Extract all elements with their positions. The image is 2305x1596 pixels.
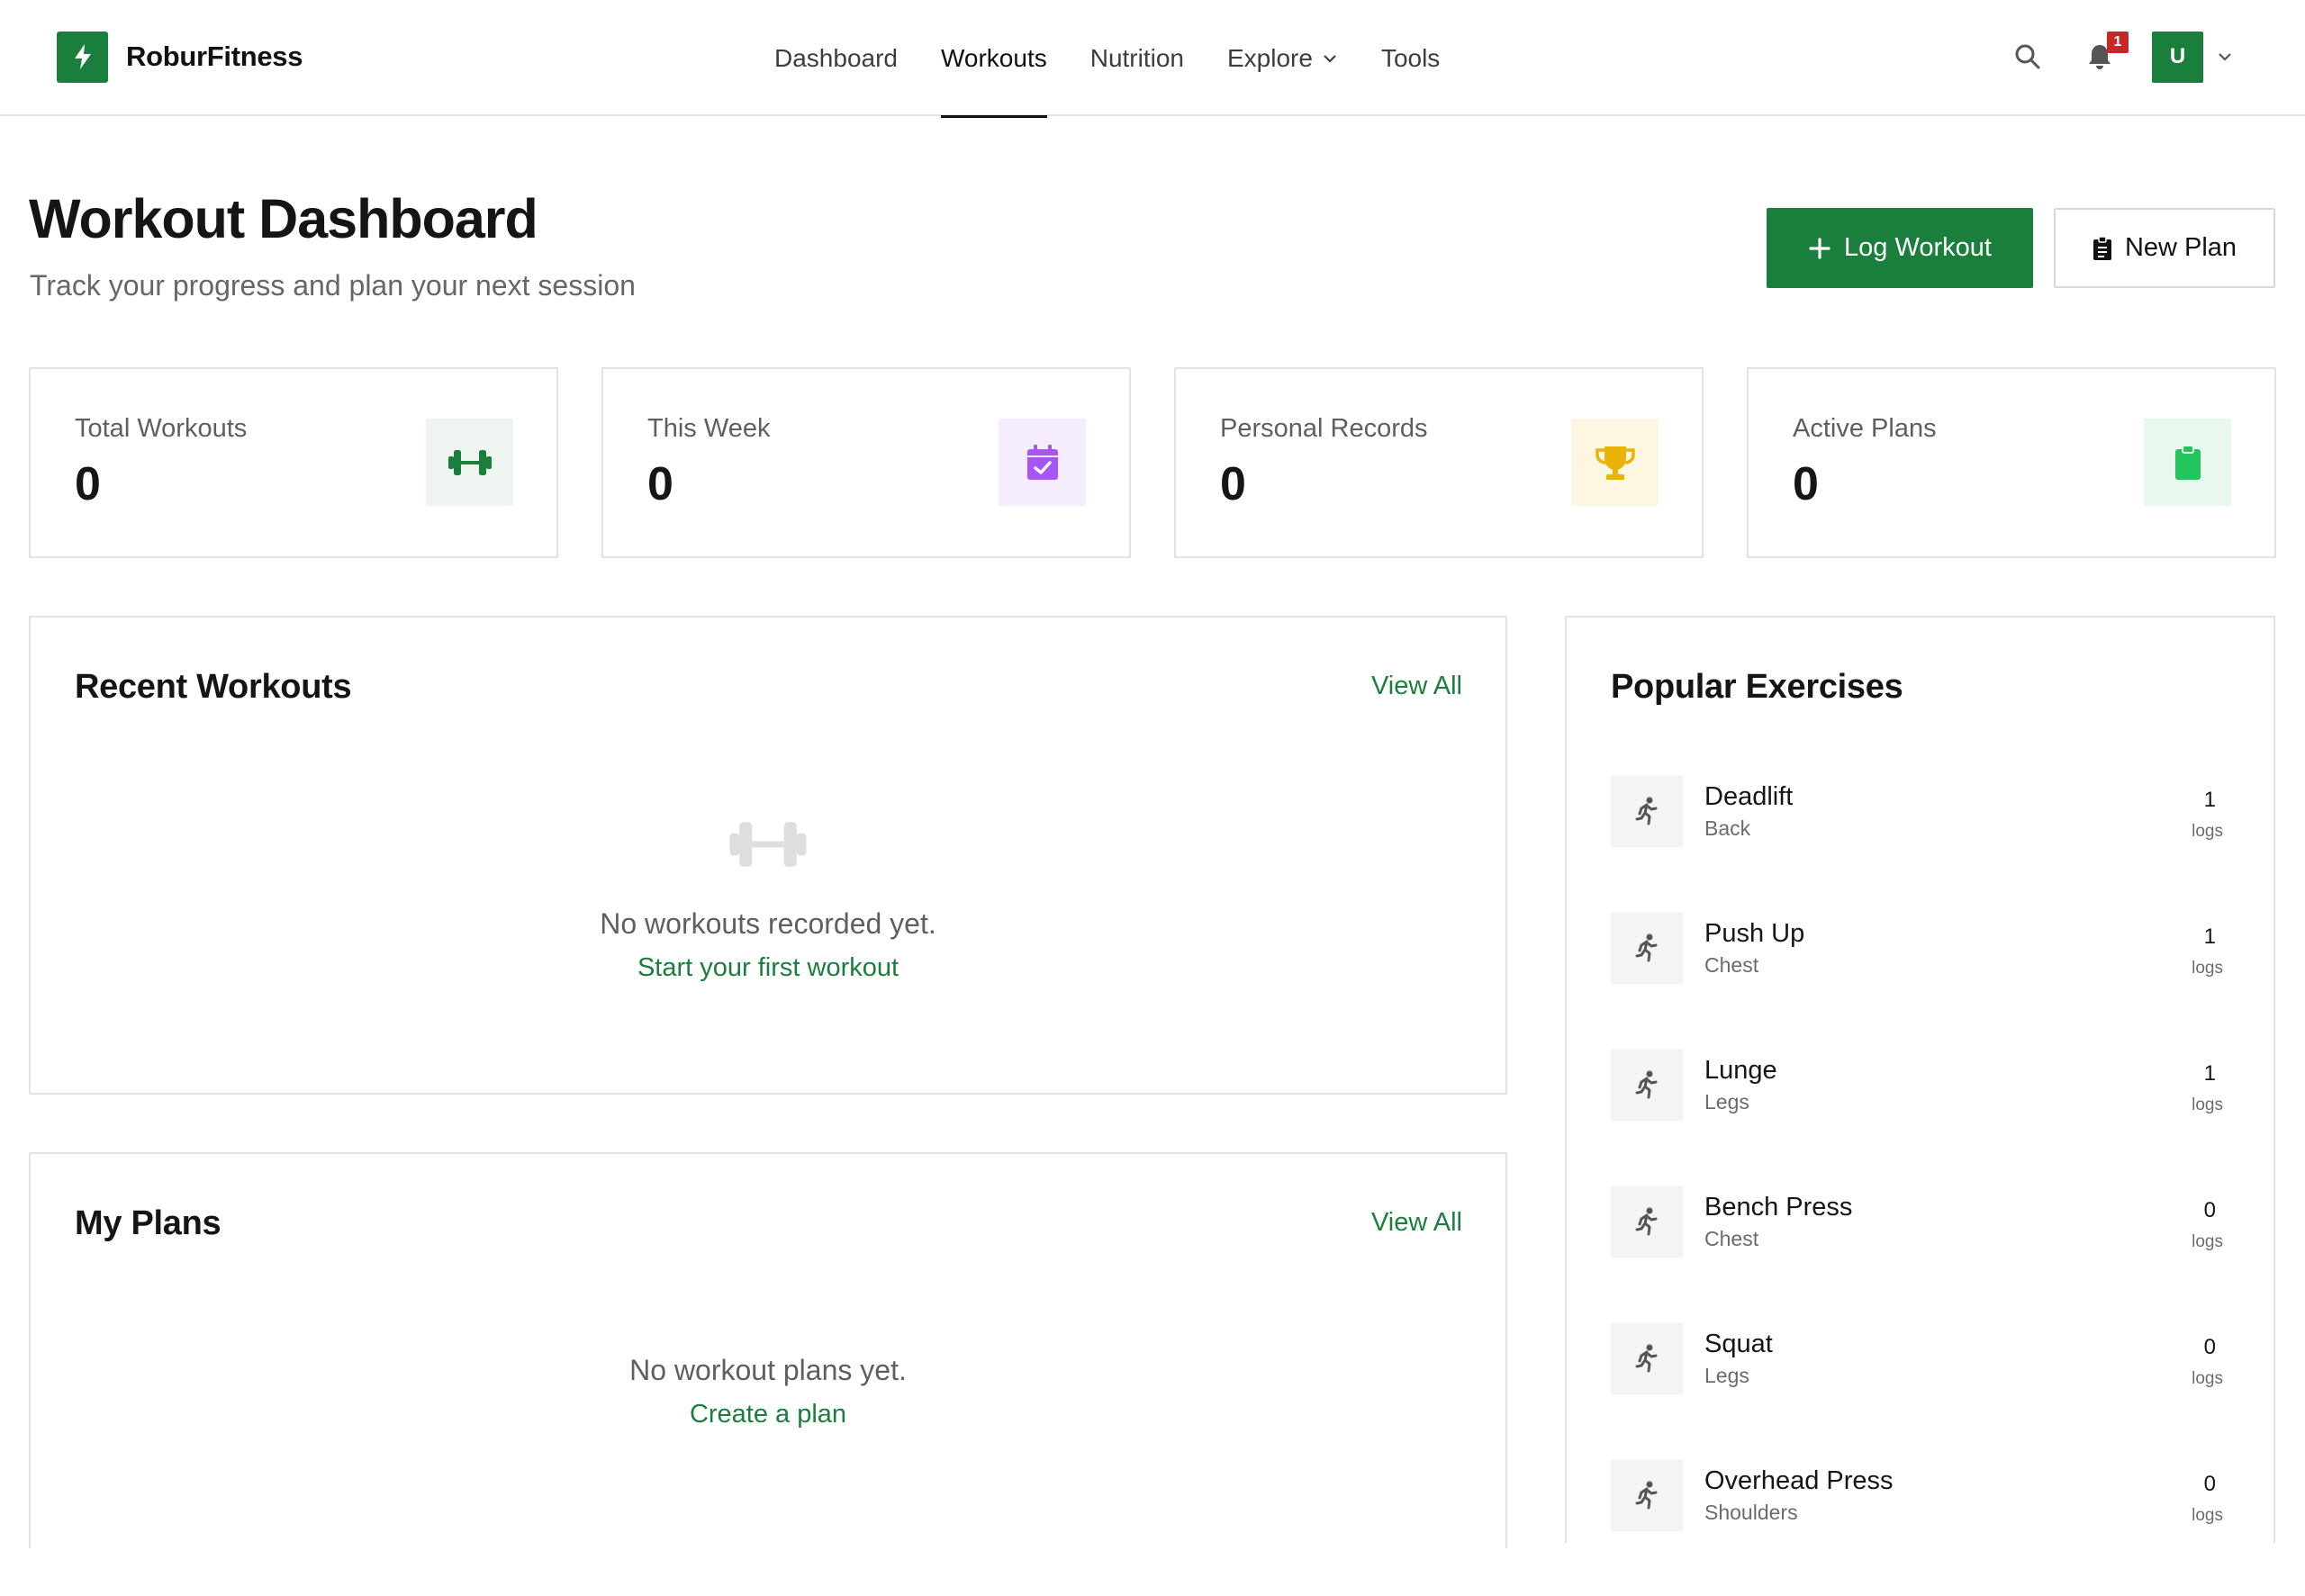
nav-label: Workouts — [940, 43, 1047, 72]
avatar[interactable]: U — [2152, 31, 2203, 83]
stat-card-personal-records: Personal Records 0 — [1174, 367, 1704, 558]
search-icon[interactable] — [2010, 39, 2046, 75]
exercise-count-unit: logs — [2192, 1369, 2223, 1388]
list-item[interactable]: Squat Legs 0 logs — [1611, 1322, 2223, 1459]
nav-label: Nutrition — [1089, 43, 1184, 72]
exercise-name: Overhead Press — [1704, 1466, 1894, 1495]
notifications-button[interactable]: 1 — [2082, 32, 2129, 75]
nav-item-tools[interactable]: Tools — [1381, 0, 1440, 116]
exercise-name: Bench Press — [1704, 1193, 1853, 1222]
running-icon — [1611, 775, 1683, 847]
list-item[interactable]: Bench Press Chest 0 logs — [1611, 1186, 2223, 1322]
exercise-count-unit: logs — [2192, 1096, 2223, 1114]
exercise-count: 1 — [2203, 788, 2216, 812]
panel-title: Recent Workouts — [75, 668, 352, 706]
start-first-workout-link[interactable]: Start your first workout — [637, 953, 899, 983]
stat-value: 0 — [1793, 458, 1819, 510]
panel-title: Popular Exercises — [1611, 668, 1903, 706]
running-icon — [1611, 912, 1683, 984]
log-workout-button[interactable]: Log Workout — [1767, 208, 2033, 288]
nav-item-workouts[interactable]: Workouts — [940, 0, 1047, 118]
top-navbar: RoburFitness Dashboard Workouts Nutritio… — [0, 0, 2305, 118]
exercise-count: 1 — [2203, 1061, 2216, 1086]
list-item[interactable]: Deadlift Back 1 logs — [1611, 775, 2223, 912]
stat-label: Total Workouts — [75, 414, 248, 443]
empty-text: No workout plans yet. — [629, 1354, 907, 1386]
list-item[interactable]: Lunge Legs 1 logs — [1611, 1049, 2223, 1186]
page-title: Workout Dashboard — [29, 188, 538, 249]
dumbbell-icon — [31, 816, 1505, 873]
stat-value: 0 — [75, 458, 101, 510]
stat-card-this-week: This Week 0 — [601, 367, 1131, 558]
create-plan-link[interactable]: Create a plan — [690, 1400, 846, 1429]
nav-item-nutrition[interactable]: Nutrition — [1090, 0, 1184, 116]
stat-value: 0 — [647, 458, 673, 510]
clipboard-icon — [2093, 235, 2112, 261]
my-plans-panel: My Plans View All No workout plans yet. … — [29, 1152, 1507, 1548]
exercise-count: 1 — [2203, 924, 2216, 949]
stat-label: This Week — [647, 414, 771, 443]
stat-label: Active Plans — [1793, 414, 1937, 443]
stat-value: 0 — [1220, 458, 1246, 510]
exercise-category: Chest — [1704, 953, 1759, 977]
view-all-link[interactable]: View All — [1371, 672, 1462, 701]
empty-state: No workout plans yet. Create a plan — [31, 1354, 1505, 1429]
exercise-category: Shoulders — [1704, 1501, 1798, 1524]
exercise-list: Deadlift Back 1 logs Push Up Chest 1 log… — [1611, 775, 2223, 1596]
running-icon — [1611, 1459, 1683, 1531]
stat-label: Personal Records — [1220, 414, 1428, 443]
exercise-count: 0 — [2203, 1335, 2216, 1359]
header-actions: 1 U — [2010, 31, 2234, 83]
plus-icon — [1808, 237, 1831, 260]
new-plan-label: New Plan — [2124, 233, 2237, 262]
bolt-icon — [57, 31, 108, 83]
brand-name: RoburFitness — [126, 41, 303, 72]
stat-card-total-workouts: Total Workouts 0 — [29, 367, 558, 558]
empty-state: No workouts recorded yet. Start your fir… — [31, 816, 1505, 983]
trophy-icon — [1571, 419, 1659, 506]
dumbbell-icon — [426, 419, 513, 506]
clipboard-icon — [2144, 419, 2231, 506]
list-item[interactable]: Push Up Chest 1 logs — [1611, 912, 2223, 1049]
nav-label: Explore — [1227, 43, 1313, 72]
nav-item-dashboard[interactable]: Dashboard — [774, 0, 898, 116]
list-item[interactable]: Overhead Press Shoulders 0 logs — [1611, 1459, 2223, 1596]
exercise-category: Back — [1704, 816, 1751, 840]
running-icon — [1611, 1049, 1683, 1121]
main-nav: Dashboard Workouts Nutrition Explore Too… — [774, 0, 1483, 118]
calendar-check-icon — [999, 419, 1086, 506]
exercise-count-unit: logs — [2192, 959, 2223, 978]
exercise-name: Push Up — [1704, 919, 1805, 948]
stat-card-active-plans: Active Plans 0 — [1747, 367, 2276, 558]
nav-label: Dashboard — [774, 43, 898, 72]
chevron-down-icon[interactable] — [2216, 50, 2234, 63]
exercise-count: 0 — [2203, 1472, 2216, 1496]
exercise-category: Chest — [1704, 1227, 1759, 1250]
panel-title: My Plans — [75, 1204, 221, 1242]
page-subtitle: Track your progress and plan your next s… — [30, 269, 636, 302]
exercise-name: Lunge — [1704, 1056, 1777, 1085]
exercise-name: Squat — [1704, 1330, 1773, 1358]
recent-workouts-panel: Recent Workouts View All No workouts rec… — [29, 616, 1507, 1095]
empty-text: No workouts recorded yet. — [600, 907, 936, 940]
nav-item-explore[interactable]: Explore — [1227, 0, 1338, 116]
exercise-category: Legs — [1704, 1090, 1749, 1114]
exercise-category: Legs — [1704, 1364, 1749, 1387]
exercise-name: Deadlift — [1704, 782, 1794, 811]
running-icon — [1611, 1322, 1683, 1394]
popular-exercises-panel: Popular Exercises Deadlift Back 1 logs P… — [1565, 616, 2275, 1543]
notification-badge: 1 — [2107, 32, 2129, 53]
log-workout-label: Log Workout — [1844, 233, 1992, 262]
exercise-count: 0 — [2203, 1198, 2216, 1222]
brand[interactable]: RoburFitness — [57, 31, 303, 83]
new-plan-button[interactable]: New Plan — [2054, 208, 2275, 288]
exercise-count-unit: logs — [2192, 1506, 2223, 1525]
exercise-count-unit: logs — [2192, 822, 2223, 841]
running-icon — [1611, 1186, 1683, 1258]
view-all-link[interactable]: View All — [1371, 1208, 1462, 1238]
nav-label: Tools — [1380, 43, 1441, 72]
exercise-count-unit: logs — [2192, 1232, 2223, 1251]
chevron-down-icon — [1322, 53, 1338, 64]
